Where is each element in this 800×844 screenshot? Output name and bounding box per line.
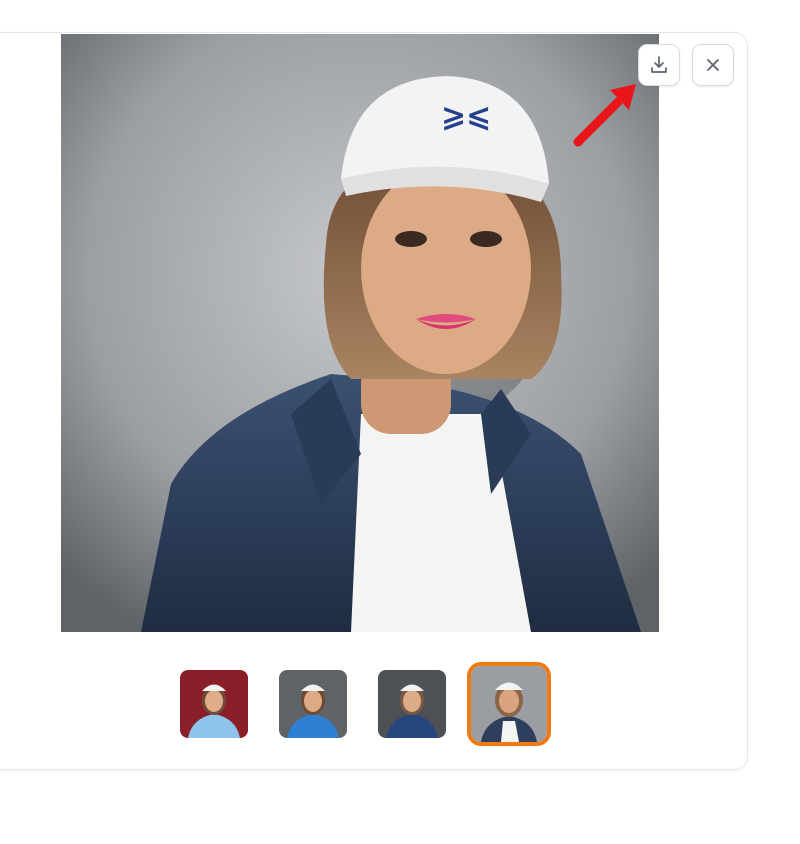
- portrait-thumbnail-icon: [378, 670, 446, 738]
- portrait-thumbnail-icon: [180, 670, 248, 738]
- annotation-arrow-icon: [573, 84, 636, 147]
- close-button[interactable]: [692, 44, 734, 86]
- close-icon: [707, 59, 719, 71]
- portrait-thumbnail-icon: [279, 670, 347, 738]
- portrait-thumbnail-icon: [471, 666, 547, 742]
- thumbnail-4-selected[interactable]: [467, 662, 551, 746]
- thumbnail-2[interactable]: [279, 670, 347, 738]
- thumbnail-3[interactable]: [378, 670, 446, 738]
- svg-text:⩾⩽: ⩾⩽: [441, 99, 491, 134]
- thumbnail-strip: [0, 662, 800, 752]
- thumbnail-1[interactable]: [180, 670, 248, 738]
- download-icon: [651, 56, 667, 73]
